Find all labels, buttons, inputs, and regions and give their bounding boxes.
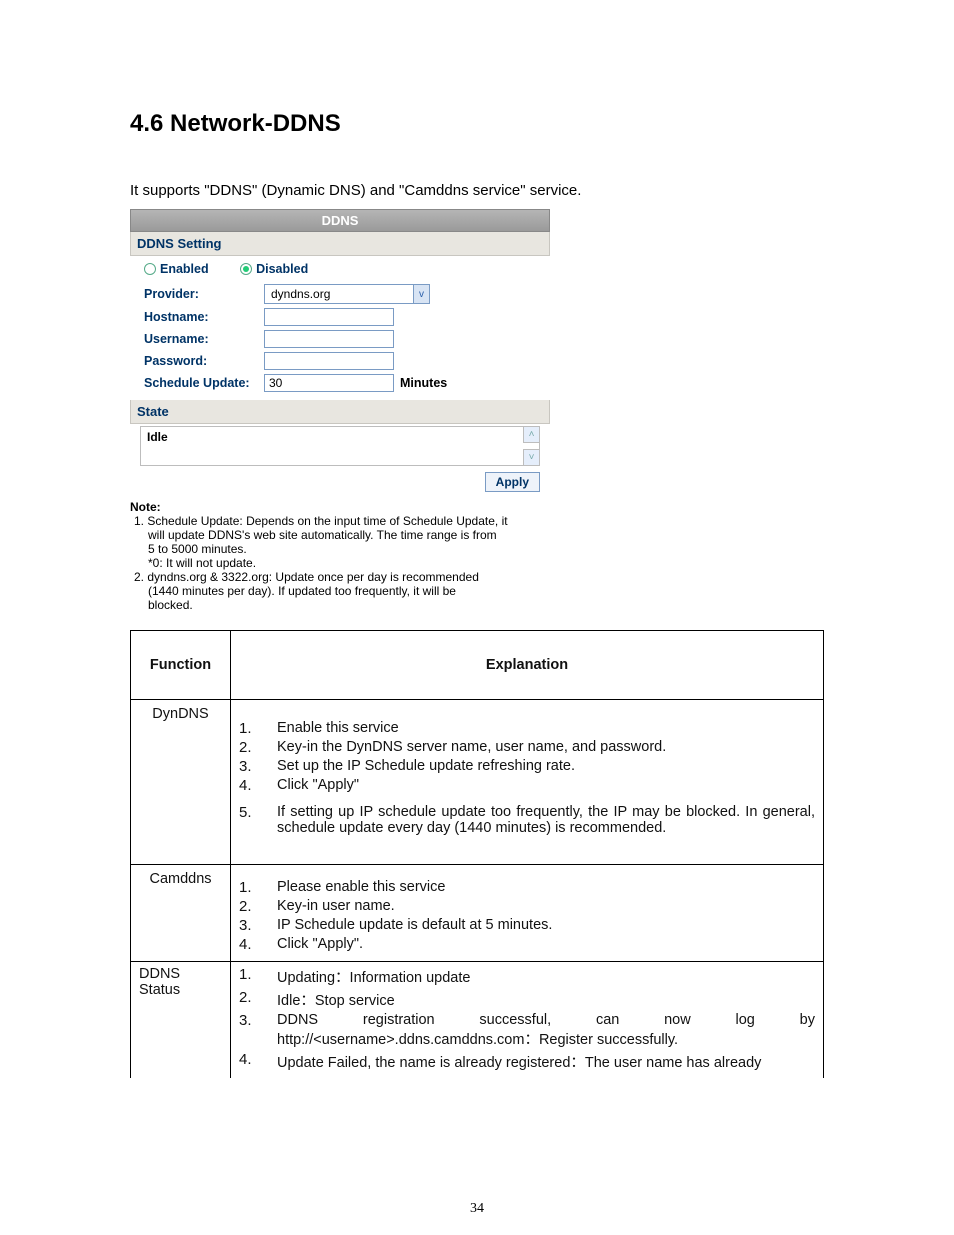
state-box: Idle ˄ ˅: [140, 426, 540, 466]
note-head: Note:: [130, 500, 550, 514]
page-heading: 4.6 Network-DDNS: [130, 110, 824, 138]
ddns-panel: DDNS DDNS Setting Enabled Disabled Provi…: [130, 209, 550, 612]
radio-icon: [144, 263, 156, 275]
explanation-table: Function Explanation DynDNS 1.Enable thi…: [130, 630, 824, 1078]
schedule-unit: Minutes: [400, 376, 447, 390]
password-label: Password:: [144, 354, 264, 368]
apply-button[interactable]: Apply: [485, 472, 540, 492]
col-explanation: Explanation: [231, 631, 824, 700]
list-item: Please enable this service: [277, 879, 815, 896]
hostname-label: Hostname:: [144, 310, 264, 324]
note-block: Note: 1. Schedule Update: Depends on the…: [130, 500, 550, 612]
page-number: 34: [0, 1201, 954, 1217]
section-ddns-setting: DDNS Setting: [130, 232, 550, 256]
list-item: If setting up IP schedule update too fre…: [277, 804, 815, 836]
list-item: Idle：Stop service: [277, 989, 815, 1010]
radio-icon: [240, 263, 252, 275]
note-line: 5 to 5000 minutes.: [148, 542, 550, 556]
state-text: Idle: [141, 427, 539, 447]
col-function: Function: [131, 631, 231, 700]
list-item: Update Failed, the name is already regis…: [277, 1051, 815, 1072]
expl-dyndns: 1.Enable this service 2.Key-in the DynDN…: [231, 700, 824, 865]
list-item: DDNS registration successful, can now lo…: [277, 1012, 815, 1049]
enabled-radio[interactable]: Enabled: [144, 262, 209, 276]
note-line: 1. Schedule Update: Depends on the input…: [134, 514, 550, 528]
username-label: Username:: [144, 332, 264, 346]
list-item: Click "Apply".: [277, 936, 815, 953]
list-item: Key-in the DynDNS server name, user name…: [277, 739, 815, 756]
provider-label: Provider:: [144, 287, 264, 301]
disabled-label: Disabled: [256, 262, 308, 276]
provider-value: dyndns.org: [265, 285, 413, 303]
func-camddns: Camddns: [131, 865, 231, 962]
chevron-down-icon[interactable]: v: [413, 285, 429, 303]
enabled-label: Enabled: [160, 262, 209, 276]
intro-text: It supports "DDNS" (Dynamic DNS) and "Ca…: [130, 182, 824, 199]
list-item: Key-in user name.: [277, 898, 815, 915]
scroll-down-icon[interactable]: ˅: [523, 449, 539, 465]
schedule-input[interactable]: [264, 374, 394, 392]
note-line: will update DDNS's web site automaticall…: [148, 528, 550, 542]
list-item: Enable this service: [277, 720, 815, 737]
hostname-input[interactable]: [264, 308, 394, 326]
list-item: Set up the IP Schedule update refreshing…: [277, 758, 815, 775]
expl-ddns-status: 1.Updating：Information update 2.Idle：Sto…: [231, 962, 824, 1079]
scroll-up-icon[interactable]: ˄: [523, 427, 539, 443]
func-ddns-status: DDNS Status: [131, 962, 231, 1079]
note-line: blocked.: [148, 598, 550, 612]
note-line: 2. dyndns.org & 3322.org: Update once pe…: [134, 570, 550, 584]
disabled-radio[interactable]: Disabled: [240, 262, 308, 276]
schedule-label: Schedule Update:: [144, 376, 264, 390]
section-state: State: [130, 400, 550, 424]
username-input[interactable]: [264, 330, 394, 348]
note-line: (1440 minutes per day). If updated too f…: [148, 584, 550, 598]
list-item: Click "Apply": [277, 777, 815, 794]
list-item: IP Schedule update is default at 5 minut…: [277, 917, 815, 934]
list-item: Updating：Information update: [277, 966, 815, 987]
note-line: *0: It will not update.: [148, 556, 550, 570]
panel-title: DDNS: [130, 209, 550, 232]
provider-select[interactable]: dyndns.org v: [264, 284, 430, 304]
func-dyndns: DynDNS: [131, 700, 231, 865]
password-input[interactable]: [264, 352, 394, 370]
expl-camddns: 1.Please enable this service 2.Key-in us…: [231, 865, 824, 962]
